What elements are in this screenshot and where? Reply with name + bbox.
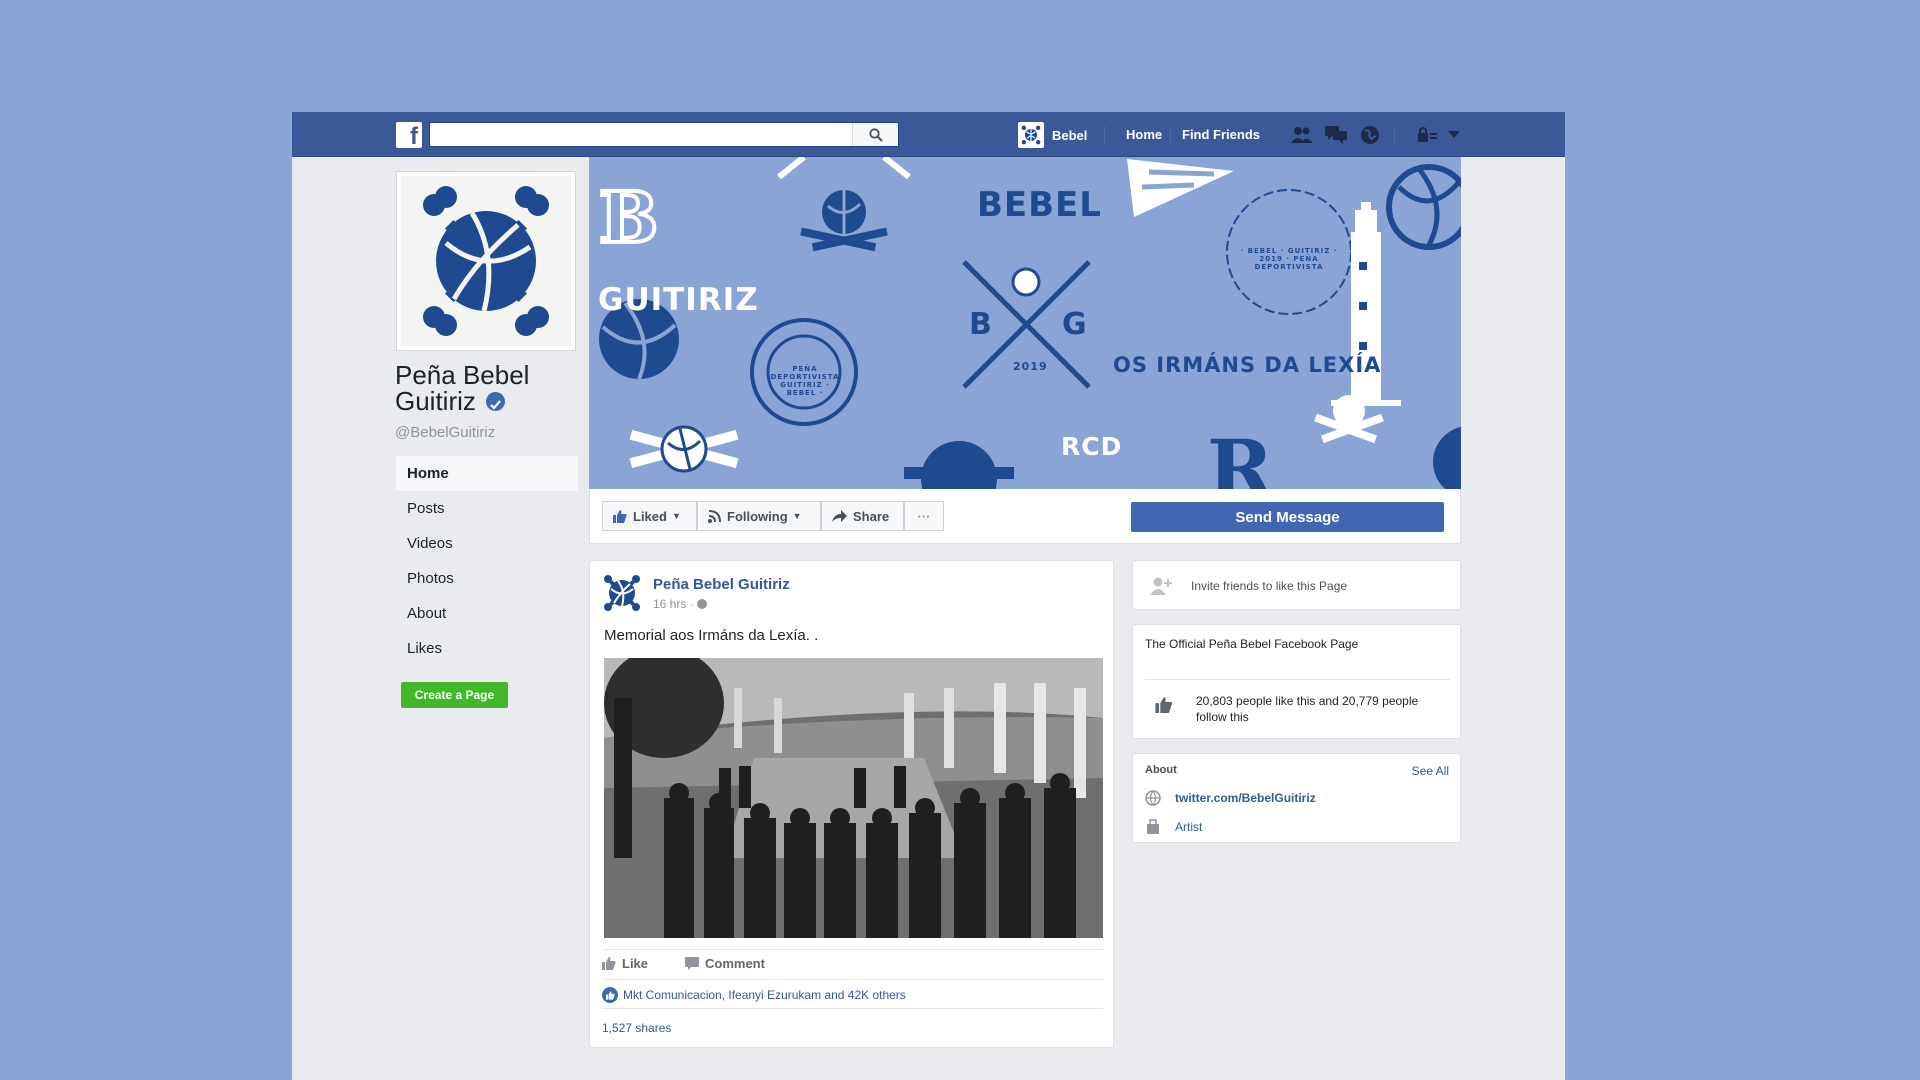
sidebar-item-posts[interactable]: Posts (396, 491, 578, 526)
share-arrow-icon (832, 510, 847, 522)
see-all-link[interactable]: See All (1412, 764, 1449, 778)
volleyball-skull-icon (1021, 125, 1041, 145)
page-action-bar: Liked ▼ Following ▼ Share ··· Send Messa… (589, 489, 1461, 544)
more-options-button[interactable]: ··· (904, 501, 944, 531)
liked-button[interactable]: Liked ▼ (602, 501, 697, 531)
sidebar-item-videos[interactable]: Videos (396, 526, 578, 561)
profile-picture[interactable] (396, 171, 576, 351)
post-divider (602, 949, 1103, 950)
nav-divider (1170, 126, 1171, 144)
sidebar-item-photos[interactable]: Photos (396, 561, 578, 596)
cover-text-bebel: BEBEL (977, 185, 1102, 225)
cover-text-guitiriz: GUITIRIZ (598, 282, 759, 318)
create-page-button[interactable]: Create a Page (401, 682, 508, 708)
nav-divider (1394, 126, 1395, 144)
likes-followers-count: 20,803 people like this and 20,779 peopl… (1196, 694, 1419, 724)
notifications-globe-icon[interactable] (1358, 123, 1382, 147)
post-shares-count[interactable]: 1,527 shares (602, 1021, 671, 1035)
nav-home-link[interactable]: Home (1126, 127, 1162, 142)
page-handle[interactable]: @BebelGuitiriz (395, 424, 495, 441)
send-message-button[interactable]: Send Message (1131, 502, 1444, 532)
following-button[interactable]: Following ▼ (697, 501, 821, 531)
following-label: Following (727, 508, 788, 524)
add-friend-icon (1150, 577, 1172, 595)
invite-friends-text: Invite friends to like this Page (1191, 579, 1348, 593)
about-card: About See All twitter.com/BebelGuitiriz … (1132, 753, 1461, 843)
page-info-card: The Official Peña Bebel Facebook Page 20… (1132, 624, 1461, 739)
post-divider (602, 979, 1103, 980)
cover-text-ring: · BEBEL · GUITIRIZ · 2019 · PEÑA DEPORTI… (1240, 247, 1338, 271)
category-briefcase-icon (1147, 819, 1159, 834)
page-category-link[interactable]: Artist (1175, 820, 1202, 834)
twitter-link[interactable]: twitter.com/BebelGuitiriz (1175, 791, 1316, 805)
post-message: Memorial aos Irmáns da Lexía. . (604, 627, 819, 644)
share-label: Share (853, 508, 890, 524)
sidebar-item-home[interactable]: Home (396, 456, 578, 491)
comment-bubble-icon (685, 957, 699, 970)
facebook-logo-icon[interactable]: f (396, 122, 422, 148)
like-label: Like (622, 956, 649, 971)
about-heading: About (1145, 764, 1177, 776)
search-icon (868, 127, 883, 142)
liked-label: Liked (633, 508, 667, 524)
card-divider (1145, 679, 1450, 680)
page-sidebar-nav: Home Posts Videos Photos About Likes (396, 456, 578, 666)
thumbs-up-icon (613, 509, 627, 523)
thumbs-up-icon (602, 957, 616, 970)
sidebar-item-likes[interactable]: Likes (396, 631, 578, 666)
account-menu-chevron-down-icon[interactable] (1442, 123, 1466, 147)
share-button[interactable]: Share (821, 501, 904, 531)
privacy-shortcuts-icon[interactable] (1416, 123, 1440, 147)
svg-text:B: B (599, 176, 658, 259)
messages-icon[interactable] (1324, 123, 1348, 147)
volleyball-skull-icon (604, 575, 640, 611)
cover-text-rcd: RCD (1061, 432, 1123, 461)
post-card: Peña Bebel Guitiriz 16 hrs · Memorial ao… (589, 560, 1114, 1048)
liked-chevron-down-icon: ▼ (671, 511, 681, 521)
nav-profile-name: Bebel (1052, 127, 1088, 143)
comment-label: Comment (705, 956, 765, 971)
nav-divider (1104, 126, 1105, 144)
cover-text-g: G (1062, 307, 1088, 342)
nav-avatar (1018, 122, 1044, 148)
memorial-photo-image (604, 658, 1103, 938)
cover-text-badge: PEÑA DEPORTIVISTA GUITIRIZ · BEBEL · (770, 365, 840, 397)
official-page-description: The Official Peña Bebel Facebook Page (1145, 637, 1359, 651)
comment-button[interactable]: Comment (685, 956, 765, 971)
page-title: Peña Bebel Guitiriz (395, 362, 585, 414)
search-box[interactable] (429, 122, 899, 147)
post-divider (602, 1008, 1103, 1009)
post-time-text: 16 hrs · (653, 597, 698, 611)
post-author-name[interactable]: Peña Bebel Guitiriz (653, 576, 790, 593)
top-navigation-bar: f Bebel Home Find Friends (292, 112, 1565, 157)
post-author-avatar[interactable] (602, 573, 642, 613)
post-timestamp[interactable]: 16 hrs · (653, 597, 708, 611)
website-globe-icon (1145, 790, 1161, 806)
cover-text-irmans: OS IRMÁNS DA LEXÍA (1113, 353, 1382, 377)
search-button[interactable] (852, 123, 898, 146)
page-name-text: Peña Bebel Guitiriz (395, 360, 530, 416)
like-reaction-icon (602, 987, 618, 1003)
rss-feed-icon (708, 509, 721, 523)
volleyball-crossbones-logo-icon (423, 186, 549, 336)
cover-photo[interactable]: B R BEBEL GUITIRIZ OS IRMÁNS DA LEXÍA RC… (589, 157, 1461, 489)
svg-text:R: R (1207, 422, 1274, 489)
post-reactions-summary[interactable]: Mkt Comunicacion, Ifeanyi Ezurukam and 4… (602, 987, 906, 1003)
following-chevron-down-icon: ▼ (792, 511, 802, 521)
cover-text-b: B (969, 307, 993, 342)
facebook-window: f Bebel Home Find Friends Peña Bebel Gui… (292, 112, 1565, 1080)
invite-friends-card[interactable]: Invite friends to like this Page (1132, 560, 1461, 610)
nav-profile-link[interactable]: Bebel (1018, 122, 1087, 148)
thumbs-up-icon (1155, 697, 1172, 713)
public-globe-icon (697, 599, 708, 609)
reactions-text: Mkt Comunicacion, Ifeanyi Ezurukam and 4… (623, 988, 906, 1002)
cover-text-year: 2019 (1013, 360, 1048, 373)
search-input[interactable] (430, 123, 850, 146)
post-photo[interactable] (604, 658, 1103, 938)
sidebar-item-about[interactable]: About (396, 596, 578, 631)
friend-requests-icon[interactable] (1290, 123, 1314, 147)
nav-find-friends-link[interactable]: Find Friends (1182, 127, 1260, 142)
like-button[interactable]: Like (602, 956, 648, 971)
verified-badge-icon (485, 391, 505, 411)
